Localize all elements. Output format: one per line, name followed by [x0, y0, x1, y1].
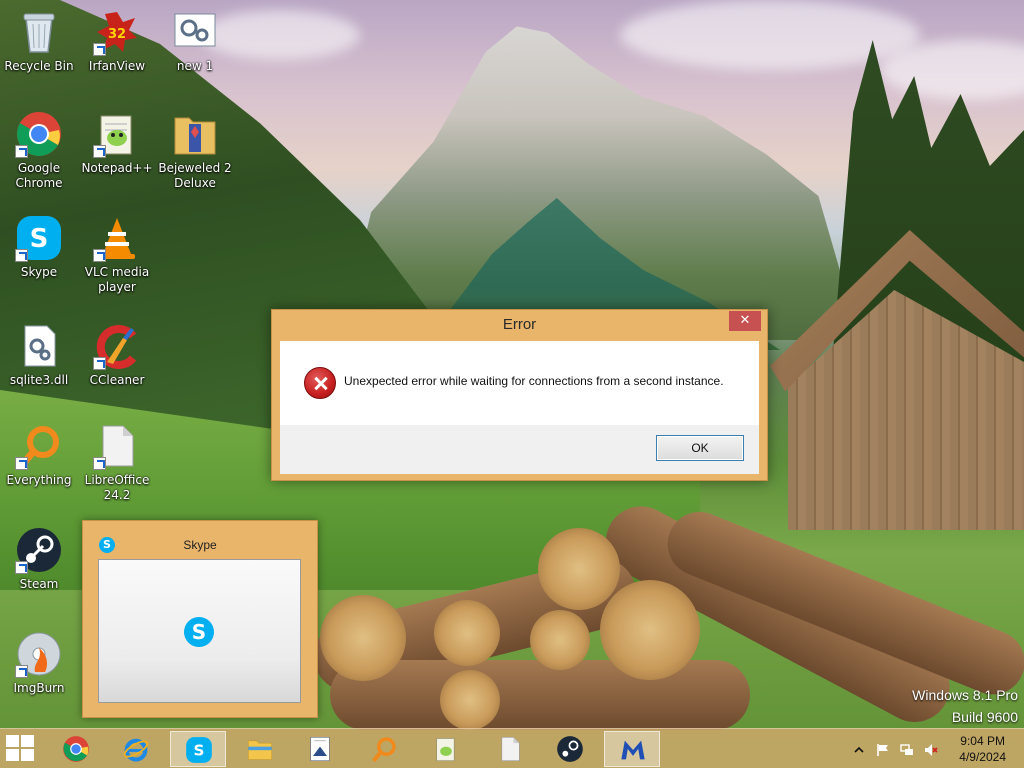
shortcut-arrow-icon — [15, 665, 28, 678]
system-tray: 9:04 PM 4/9/2024 — [846, 729, 1024, 768]
desktop-icon-vlc[interactable]: VLC media player — [78, 214, 156, 295]
taskbar-file-explorer[interactable] — [232, 731, 288, 767]
desktop-icon-label: Skype — [20, 265, 58, 279]
shortcut-arrow-icon — [93, 249, 106, 262]
windows-logo-icon — [21, 735, 34, 747]
desktop-icon-label: CCleaner — [89, 373, 145, 387]
desktop-icon-label: sqlite3.dll — [9, 373, 69, 387]
desktop-icon-imgburn[interactable]: ImgBurn — [0, 630, 78, 696]
skype-taskbar-thumbnail[interactable]: S Skype S — [82, 520, 318, 718]
desktop-icon-skype[interactable]: S Skype — [0, 214, 78, 280]
desktop-icon-label: LibreOffice 24.2 — [84, 473, 150, 502]
windows-logo-icon — [6, 749, 19, 761]
document-viewer-icon — [310, 737, 330, 761]
shortcut-arrow-icon — [15, 457, 28, 470]
notepadplusplus-icon — [436, 738, 455, 761]
libreoffice-icon — [501, 737, 520, 761]
desktop-icon-label: Notepad++ — [81, 161, 153, 175]
taskbar-libreoffice[interactable] — [482, 731, 538, 767]
taskbar-everything[interactable] — [356, 731, 412, 767]
thumbnail-header: S Skype — [83, 535, 317, 555]
error-dialog: Error ✕ Unexpected error while waiting f… — [271, 309, 768, 481]
thumbnail-window-preview[interactable]: S — [98, 559, 301, 703]
watermark-edition: Windows 8.1 Pro — [912, 687, 1018, 703]
shortcut-arrow-icon — [93, 357, 106, 370]
watermark-build: Build 9600 — [951, 709, 1018, 725]
clock-date: 4/9/2024 — [959, 750, 1006, 764]
desktop-icon-bejeweled[interactable]: Bejeweled 2 Deluxe — [156, 110, 234, 191]
recycle-bin-icon — [23, 13, 55, 53]
skype-icon: S — [186, 737, 212, 763]
desktop-icon-sqlite3-dll[interactable]: sqlite3.dll — [0, 322, 78, 388]
chrome-icon — [63, 736, 89, 762]
action-center-flag-icon[interactable] — [876, 742, 890, 756]
svg-text:S: S — [194, 741, 205, 759]
taskbar-chrome[interactable] — [48, 731, 104, 767]
dialog-message: Unexpected error while waiting for conne… — [344, 374, 724, 388]
desktop-icon-notepadplusplus[interactable]: Notepad++ — [78, 110, 156, 176]
error-icon — [304, 367, 336, 399]
clock-time: 9:04 PM — [960, 734, 1005, 748]
shortcut-arrow-icon — [93, 145, 106, 158]
desktop-icon-recycle-bin[interactable]: Recycle Bin — [0, 8, 78, 74]
shortcut-arrow-icon — [15, 561, 28, 574]
show-hidden-icons-chevron-icon[interactable] — [852, 742, 866, 756]
svg-text:S: S — [30, 224, 49, 254]
desktop-icon-libreoffice[interactable]: LibreOffice 24.2 — [78, 422, 156, 503]
taskbar: S 9:04 PM 4/9/2024 — [0, 728, 1024, 768]
close-icon: ✕ — [739, 313, 751, 328]
dialog-message-area: Unexpected error while waiting for conne… — [280, 341, 759, 425]
shortcut-arrow-icon — [15, 145, 28, 158]
dialog-footer: OK — [280, 425, 759, 474]
shortcut-arrow-icon — [93, 43, 106, 56]
desktop-icon-label: Recycle Bin — [4, 59, 74, 73]
taskbar-notepadplusplus[interactable] — [418, 731, 474, 767]
desktop-icon-irfanview[interactable]: 32 IrfanView — [78, 8, 156, 74]
desktop-icon-label: Everything — [6, 473, 72, 487]
everything-search-icon — [372, 737, 396, 762]
desktop-icon-everything[interactable]: Everything — [0, 422, 78, 488]
bejeweled-folder-icon — [174, 117, 216, 155]
steam-icon — [557, 736, 583, 762]
internet-explorer-icon — [123, 738, 149, 762]
dll-file-icon — [24, 325, 56, 367]
desktop-icon-label: IrfanView — [88, 59, 146, 73]
desktop-icon-new-1[interactable]: new 1 — [156, 8, 234, 74]
desktop-icon-google-chrome[interactable]: Google Chrome — [0, 110, 78, 191]
skype-icon: S — [184, 617, 214, 647]
shortcut-arrow-icon — [93, 457, 106, 470]
network-icon[interactable] — [900, 742, 914, 756]
irfanview-badge: 32 — [108, 27, 126, 42]
ok-button[interactable]: OK — [656, 435, 744, 461]
desktop-icon-label: Google Chrome — [15, 161, 63, 190]
start-button[interactable] — [6, 735, 36, 763]
taskbar-skype[interactable]: S — [170, 731, 226, 767]
windows-watermark: Windows 8.1 Pro Build 9600 — [912, 684, 1018, 728]
windows-logo-icon — [6, 735, 19, 747]
taskbar-clock[interactable]: 9:04 PM 4/9/2024 — [959, 733, 1006, 765]
desktop-icon-label: ImgBurn — [13, 681, 65, 695]
file-explorer-icon — [248, 740, 272, 760]
taskbar-internet-explorer[interactable] — [108, 731, 164, 767]
volume-muted-icon[interactable] — [924, 742, 938, 756]
windows-logo-icon — [21, 749, 34, 761]
file-gear-icon — [174, 13, 216, 47]
desktop-icon-label: VLC media player — [84, 265, 150, 294]
desktop-icon-label: Steam — [19, 577, 59, 591]
desktop-icon-label: new 1 — [176, 59, 214, 73]
malwarebytes-icon — [621, 740, 645, 760]
dialog-body: Unexpected error while waiting for conne… — [280, 341, 759, 474]
shortcut-arrow-icon — [15, 249, 28, 262]
thumbnail-title: Skype — [183, 538, 217, 552]
desktop-icon-label: Bejeweled 2 Deluxe — [158, 161, 232, 190]
desktop-icon-steam[interactable]: Steam — [0, 526, 78, 592]
dialog-title[interactable]: Error — [272, 310, 767, 340]
close-button[interactable]: ✕ — [729, 311, 761, 331]
taskbar-steam[interactable] — [542, 731, 598, 767]
taskbar-document-viewer[interactable] — [292, 731, 348, 767]
desktop-icon-ccleaner[interactable]: CCleaner — [78, 322, 156, 388]
taskbar-malwarebytes[interactable] — [604, 731, 660, 767]
